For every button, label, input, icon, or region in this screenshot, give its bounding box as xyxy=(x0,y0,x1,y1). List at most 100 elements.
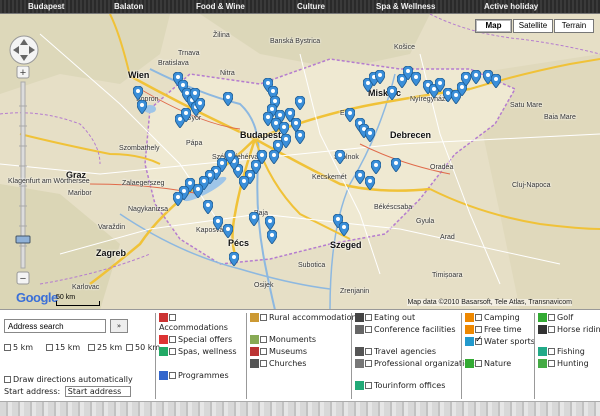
checkbox-icon[interactable] xyxy=(365,326,372,333)
checkbox-icon[interactable] xyxy=(169,372,176,379)
radius-5km[interactable]: 5 km xyxy=(4,343,33,352)
map-marker-icon[interactable] xyxy=(133,86,143,100)
checkbox-icon[interactable] xyxy=(169,314,176,321)
map-marker-icon[interactable] xyxy=(239,176,249,190)
filter-conference[interactable]: Conference facilities xyxy=(355,325,456,335)
map-marker-icon[interactable] xyxy=(461,72,471,86)
filter-fishing[interactable]: Fishing xyxy=(538,347,585,357)
map-marker-icon[interactable] xyxy=(355,170,365,184)
nav-balaton[interactable]: Balaton xyxy=(114,1,143,13)
map-marker-icon[interactable] xyxy=(375,70,385,84)
search-button[interactable]: » xyxy=(110,319,128,333)
filter-free-time[interactable]: Free time xyxy=(465,325,522,335)
map-marker-icon[interactable] xyxy=(345,108,355,122)
checkbox-icon[interactable] xyxy=(169,336,176,343)
filter-water-sports[interactable]: Water sports xyxy=(465,335,535,347)
map-marker-icon[interactable] xyxy=(295,130,305,144)
map-marker-icon[interactable] xyxy=(203,200,213,214)
map-marker-icon[interactable] xyxy=(265,216,275,230)
nav-active-holiday[interactable]: Active holiday xyxy=(484,1,538,13)
filter-spas[interactable]: Spas, wellness xyxy=(159,347,237,357)
nav-food-wine[interactable]: Food & Wine xyxy=(196,1,245,13)
checkbox-icon[interactable] xyxy=(365,314,372,321)
checkbox-icon[interactable] xyxy=(260,314,267,321)
filter-rural-accommodations[interactable]: Rural accommodations xyxy=(250,313,361,323)
nav-budapest[interactable]: Budapest xyxy=(28,1,64,13)
filter-tourinform[interactable]: Tourinform offices xyxy=(355,381,445,391)
map-marker-icon[interactable] xyxy=(339,222,349,236)
filter-golf[interactable]: Golf xyxy=(538,313,573,323)
checkbox-icon[interactable] xyxy=(548,314,555,321)
filter-special-offers[interactable]: Special offers xyxy=(159,335,232,345)
checkbox-icon[interactable] xyxy=(260,336,267,343)
radio-icon[interactable] xyxy=(46,344,53,351)
professional-icon xyxy=(355,359,364,368)
map-marker-icon[interactable] xyxy=(371,160,381,174)
filter-eating-out[interactable]: Eating out xyxy=(355,313,415,323)
filter-museums[interactable]: Museums xyxy=(250,347,307,357)
map-marker-icon[interactable] xyxy=(267,230,277,244)
checkbox-icon[interactable] xyxy=(260,348,267,355)
checkbox-icon[interactable] xyxy=(169,348,176,355)
map-marker-icon[interactable] xyxy=(491,74,501,88)
map-marker-icon[interactable] xyxy=(181,108,191,122)
radius-15km[interactable]: 15 km xyxy=(46,343,80,352)
free-time-icon xyxy=(465,325,474,334)
checkbox-icon[interactable] xyxy=(475,360,482,367)
checkbox-icon[interactable] xyxy=(365,360,372,367)
checkbox-icon[interactable] xyxy=(260,360,267,367)
directions-option[interactable]: Draw directions automatically xyxy=(4,375,133,384)
map-marker-icon[interactable] xyxy=(269,150,279,164)
map-marker-icon[interactable] xyxy=(229,252,239,266)
map-marker-icon[interactable] xyxy=(223,92,233,106)
map-marker-icon[interactable] xyxy=(387,86,397,100)
map-marker-icon[interactable] xyxy=(365,176,375,190)
start-address-input[interactable]: Start address xyxy=(64,386,131,397)
checkbox-icon[interactable] xyxy=(548,360,555,367)
map-marker-icon[interactable] xyxy=(391,158,401,172)
map-marker-icon[interactable] xyxy=(137,100,147,114)
map-marker-icon[interactable] xyxy=(190,88,200,102)
fish-icon xyxy=(538,347,547,356)
checkbox-icon[interactable] xyxy=(475,314,482,321)
radio-icon[interactable] xyxy=(126,344,133,351)
map-type-map[interactable]: Map xyxy=(475,19,512,33)
map-marker-icon[interactable] xyxy=(223,224,233,238)
map-canvas[interactable]: + − Map Satellite Terrain Wien Bratislav… xyxy=(0,14,600,310)
map-marker-icon[interactable] xyxy=(213,216,223,230)
checkbox-icon[interactable] xyxy=(548,348,555,355)
checkbox-icon[interactable] xyxy=(4,376,11,383)
filter-monuments[interactable]: Monuments xyxy=(250,335,316,345)
map-marker-icon[interactable] xyxy=(365,128,375,142)
filter-horse-riding[interactable]: Horse riding xyxy=(538,325,600,335)
nav-culture[interactable]: Culture xyxy=(297,1,325,13)
radius-25km[interactable]: 25 km xyxy=(88,343,122,352)
filter-travel-agencies[interactable]: Travel agencies xyxy=(355,347,436,357)
checkbox-icon[interactable] xyxy=(475,335,483,345)
checkbox-icon[interactable] xyxy=(548,326,555,333)
map-marker-icon[interactable] xyxy=(471,70,481,84)
radio-icon[interactable] xyxy=(88,344,95,351)
checkbox-icon[interactable] xyxy=(365,382,372,389)
map-marker-icon[interactable] xyxy=(411,72,421,86)
filter-programmes[interactable]: Programmes xyxy=(159,371,229,381)
checkbox-icon[interactable] xyxy=(475,326,482,333)
map-marker-icon[interactable] xyxy=(173,192,183,206)
filter-accommodations[interactable]: Accommodations xyxy=(159,313,228,333)
zoom-control[interactable]: + − xyxy=(14,66,32,286)
map-marker-icon[interactable] xyxy=(335,150,345,164)
pan-control-icon[interactable] xyxy=(8,34,40,66)
address-search-input[interactable] xyxy=(4,319,106,333)
map-marker-icon[interactable] xyxy=(249,212,259,226)
filter-professional[interactable]: Professional organizations xyxy=(355,359,479,369)
map-marker-icon[interactable] xyxy=(295,96,305,110)
map-type-terrain[interactable]: Terrain xyxy=(554,19,594,33)
nav-spa-wellness[interactable]: Spa & Wellness xyxy=(376,1,435,13)
filter-camping[interactable]: Camping xyxy=(465,313,520,323)
radio-icon[interactable] xyxy=(4,344,11,351)
checkbox-icon[interactable] xyxy=(365,348,372,355)
filter-nature[interactable]: Nature xyxy=(465,359,511,369)
filter-churches[interactable]: Churches xyxy=(250,359,306,369)
map-type-satellite[interactable]: Satellite xyxy=(513,19,553,33)
filter-hunting[interactable]: Hunting xyxy=(538,359,589,369)
